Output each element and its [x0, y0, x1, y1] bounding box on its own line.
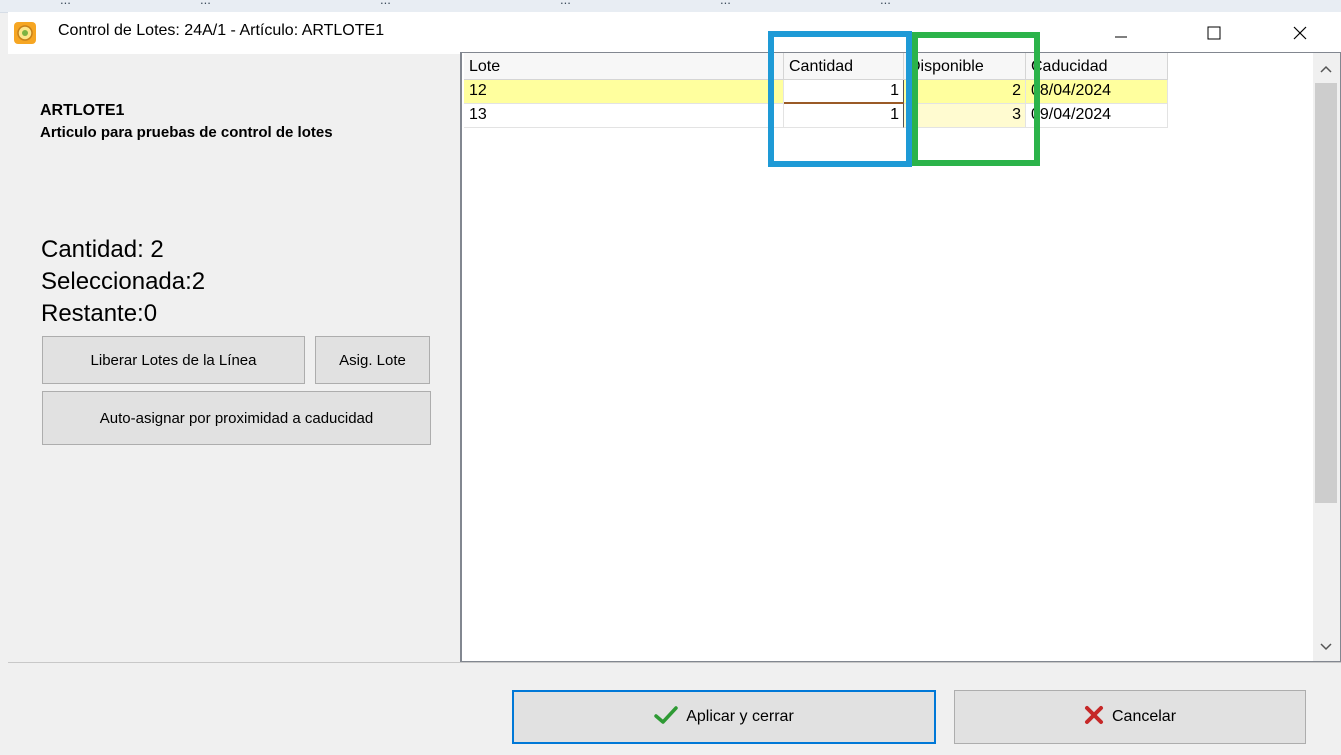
maximize-button[interactable] — [1191, 12, 1237, 54]
article-info-panel: ARTLOTE1 Articulo para pruebas de contro… — [8, 54, 460, 662]
minimize-icon — [1113, 25, 1129, 41]
checkmark-icon — [654, 705, 678, 730]
background-fragment: ... — [720, 0, 731, 7]
cancel-button[interactable]: Cancelar — [954, 690, 1306, 744]
background-fragment: ... — [380, 0, 391, 7]
column-header-cantidad[interactable]: Cantidad — [784, 53, 904, 80]
apply-and-close-button[interactable]: Aplicar y cerrar — [512, 690, 936, 744]
background-fragment: ... — [880, 0, 891, 7]
red-x-icon — [1084, 705, 1104, 730]
background-fragment: ... — [560, 0, 571, 7]
dialog-footer: Aplicar y cerrar Cancelar — [8, 662, 1341, 755]
cell-cantidad-input[interactable]: 1 — [784, 104, 904, 128]
cell-disponible: 3 — [904, 104, 1026, 128]
column-header-disponible[interactable]: Disponible — [904, 53, 1026, 80]
cancel-label: Cancelar — [1111, 708, 1177, 725]
release-line-lots-button[interactable]: Liberar Lotes de la Línea — [42, 336, 305, 384]
close-button[interactable] — [1277, 12, 1323, 54]
cell-lote[interactable]: 13 — [464, 104, 784, 128]
title-bar[interactable]: Control de Lotes: 24A/1 - Artículo: ARTL… — [8, 12, 1341, 54]
cell-cantidad-input[interactable]: 1 — [784, 80, 904, 104]
minimize-button[interactable] — [1098, 12, 1144, 54]
scroll-up-icon[interactable] — [1320, 61, 1332, 78]
lots-grid[interactable]: Lote Cantidad Disponible Caducidad 12 1 … — [460, 52, 1341, 662]
quantity-total: Cantidad: 2 — [41, 236, 164, 263]
lot-control-dialog: Control de Lotes: 24A/1 - Artículo: ARTL… — [8, 12, 1341, 755]
maximize-icon — [1206, 25, 1222, 41]
column-header-lote[interactable]: Lote — [464, 53, 784, 80]
close-icon — [1292, 25, 1308, 41]
background-fragment: ... — [60, 0, 71, 7]
scrollbar-thumb[interactable] — [1315, 83, 1337, 503]
article-description: Articulo para pruebas de control de lote… — [40, 124, 333, 141]
article-code: ARTLOTE1 — [40, 102, 125, 119]
cell-caducidad: 09/04/2024 — [1026, 104, 1168, 128]
grid-vertical-scrollbar[interactable] — [1313, 53, 1340, 661]
app-logo-icon — [14, 22, 36, 44]
quantity-remaining: Restante:0 — [41, 300, 158, 327]
assign-lot-button[interactable]: Asig. Lote — [315, 336, 430, 384]
cell-disponible: 2 — [904, 80, 1026, 104]
column-header-caducidad[interactable]: Caducidad — [1026, 53, 1168, 80]
apply-and-close-label: Aplicar y cerrar — [686, 708, 794, 725]
auto-assign-by-expiry-button[interactable]: Auto-asignar por proximidad a caducidad — [42, 391, 431, 445]
quantity-selected: Seleccionada:2 — [41, 268, 206, 295]
window-title: Control de Lotes: 24A/1 - Artículo: ARTL… — [58, 22, 385, 39]
cell-lote[interactable]: 12 — [464, 80, 784, 104]
cell-caducidad: 08/04/2024 — [1026, 80, 1168, 104]
background-fragment: ... — [200, 0, 211, 7]
scroll-down-icon[interactable] — [1320, 639, 1332, 656]
